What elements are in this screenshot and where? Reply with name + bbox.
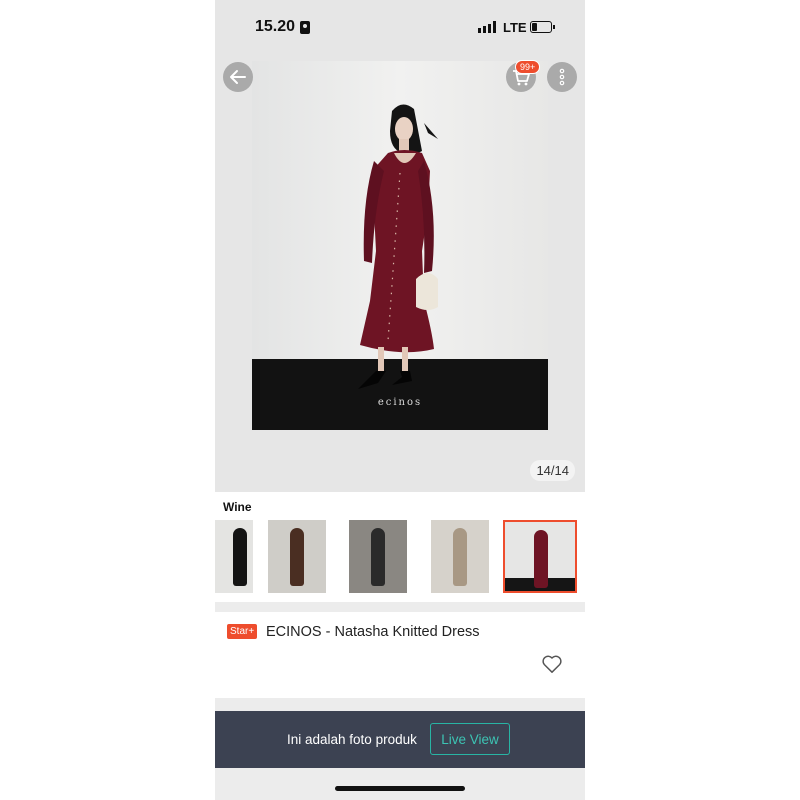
back-button[interactable] [223,62,253,92]
product-info: Star+ ECINOS - Natasha Knitted Dress [215,612,585,698]
product-image-carousel[interactable]: ecinos 99+ 14/14 [215,60,585,492]
signal-icon [478,21,496,33]
live-view-button[interactable]: Live View [430,723,510,755]
product-title: ECINOS - Natasha Knitted Dress [266,624,480,640]
variant-thumb-wine[interactable] [503,520,577,593]
live-view-text: Ini adalah foto produk [287,732,417,747]
status-time: 15.20 [255,18,296,35]
home-indicator[interactable] [335,786,465,791]
variant-thumb-beige[interactable] [431,520,489,593]
more-options-button[interactable] [547,62,577,92]
variant-thumb-charcoal[interactable] [349,520,407,593]
image-counter: 14/14 [530,460,575,481]
back-arrow-icon [230,70,246,84]
selected-variant-label: Wine [223,500,252,514]
phone-screen: 15.20 LTE ecinos 99+ 14/14 Wine Star+ EC… [215,0,585,800]
network-label: LTE [503,20,527,35]
variant-selector: Wine [215,492,585,602]
status-bar: 15.20 LTE [215,0,585,60]
cart-count-badge: 99+ [515,60,541,74]
variant-thumb-brown[interactable] [268,520,326,593]
brand-watermark: ecinos [377,397,423,408]
more-vertical-icon [559,68,565,86]
heart-icon[interactable] [541,654,563,674]
variant-thumb-black[interactable] [215,520,253,593]
live-view-banner: Ini adalah foto produk Live View [215,711,585,768]
model-figure-illustration [358,104,438,389]
battery-icon [530,21,555,33]
product-photo: ecinos [252,61,548,430]
contact-card-icon [300,21,310,34]
star-plus-badge: Star+ [227,624,258,639]
